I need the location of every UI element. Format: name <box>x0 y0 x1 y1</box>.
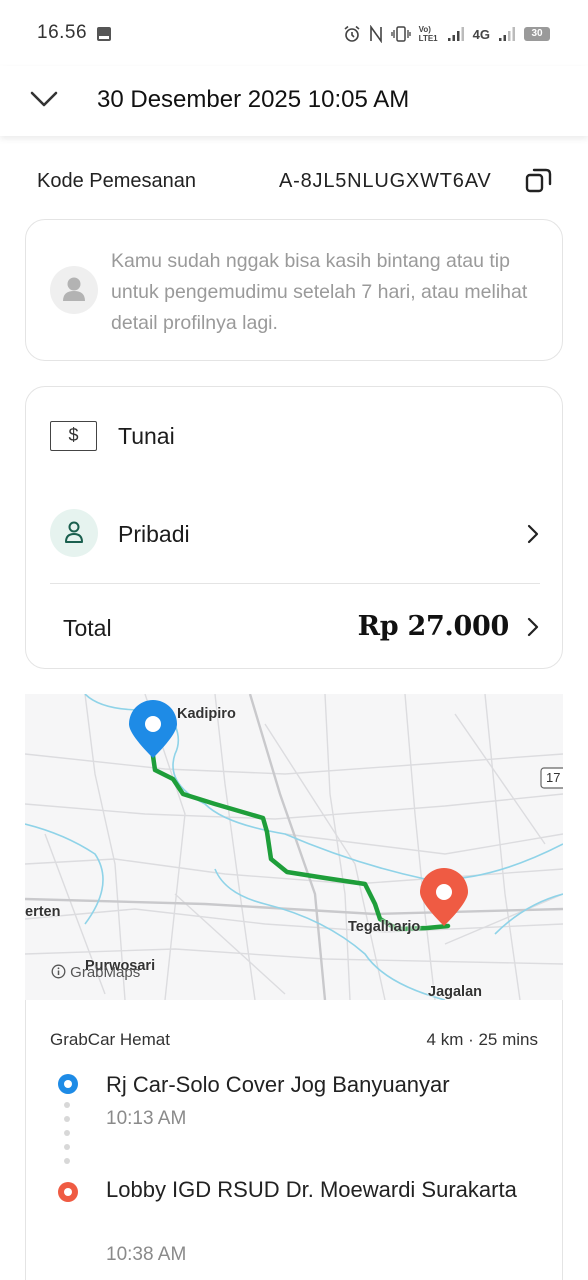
dropoff-dot-icon <box>58 1182 78 1202</box>
payment-method: Tunai <box>118 423 175 449</box>
route-map[interactable]: Kadipiro 17 erten Tegalharjo Purwosari J… <box>25 694 563 1000</box>
page-title: 30 Desember 2025 10:05 AM <box>97 86 410 113</box>
avatar <box>50 266 98 314</box>
status-icons: Vo) LTE1 4G 30 <box>343 22 550 46</box>
nfc-icon <box>369 25 382 43</box>
signal-icon <box>499 27 515 41</box>
booking-code-value: A-8JL5NLUGXWT6AV <box>279 170 492 192</box>
map-label-tegalharjo: Tegalharjo <box>348 919 421 935</box>
profile-badge <box>50 509 98 557</box>
copy-icon[interactable] <box>524 164 554 196</box>
service-type: GrabCar Hemat <box>50 1030 170 1049</box>
dropoff-time: 10:38 AM <box>106 1244 187 1265</box>
map-label-road-number: 17 <box>546 770 561 785</box>
map-label-jagalan: Jagalan <box>428 984 482 1000</box>
cash-icon: $ <box>50 421 97 451</box>
profile-label: Pribadi <box>118 521 190 547</box>
volte-icon: Vo) LTE1 <box>418 25 438 43</box>
driver-info-card: Kamu sudah nggak bisa kasih bintang atau… <box>25 219 563 361</box>
battery-icon: 30 <box>524 27 550 41</box>
map-label-kerten: erten <box>25 904 61 920</box>
pickup-location: Rj Car-Solo Cover Jog Banyuanyar <box>106 1072 450 1097</box>
pickup-time: 10:13 AM <box>106 1108 187 1129</box>
app-header: 30 Desember 2025 10:05 AM <box>0 66 588 136</box>
booking-code-label: Kode Pemesanan <box>37 170 197 192</box>
total-row[interactable]: Total Rp 27.000 <box>26 593 564 663</box>
info-icon <box>51 964 66 979</box>
alarm-icon <box>344 25 360 42</box>
divider <box>50 583 540 584</box>
chevron-right-icon <box>527 617 539 637</box>
map-label-kadipiro: Kadipiro <box>177 706 236 722</box>
status-time: 16.56 <box>37 22 88 43</box>
profile-row[interactable]: Pribadi <box>26 495 564 571</box>
dropoff-pin-icon <box>420 868 468 926</box>
trip-distance-duration: 4 km · 25 mins <box>426 1030 538 1049</box>
pickup-pin-icon <box>129 700 177 758</box>
vibrate-icon <box>391 26 411 42</box>
route-connector <box>64 1102 70 1172</box>
total-value: Rp 27.000 <box>357 611 510 642</box>
pdf-icon <box>97 27 111 41</box>
signal-icon <box>447 27 464 41</box>
map-credit-text: GrabMaps <box>70 964 141 981</box>
info-message: Kamu sudah nggak bisa kasih bintang atau… <box>111 250 528 334</box>
payment-card: $ Tunai Pribadi Total Rp 27.000 <box>25 386 563 669</box>
dropoff-location: Lobby IGD RSUD Dr. Moewardi Surakarta <box>106 1177 517 1202</box>
chevron-right-icon <box>527 524 539 544</box>
person-icon <box>65 521 83 543</box>
map-credit: GrabMaps <box>51 964 140 981</box>
trip-details: GrabCar Hemat 4 km · 25 mins Rj Car-Solo… <box>25 1000 563 1280</box>
total-label: Total <box>63 615 112 641</box>
person-icon <box>63 277 85 301</box>
chevron-down-icon[interactable] <box>24 84 64 114</box>
map-background <box>25 694 563 1000</box>
status-bar: 16.56 Vo) LTE1 4G 30 <box>0 0 588 66</box>
network-type: 4G <box>472 26 490 42</box>
booking-code-row: Kode Pemesanan A-8JL5NLUGXWT6AV <box>0 150 588 210</box>
pickup-dot-icon <box>58 1074 78 1094</box>
